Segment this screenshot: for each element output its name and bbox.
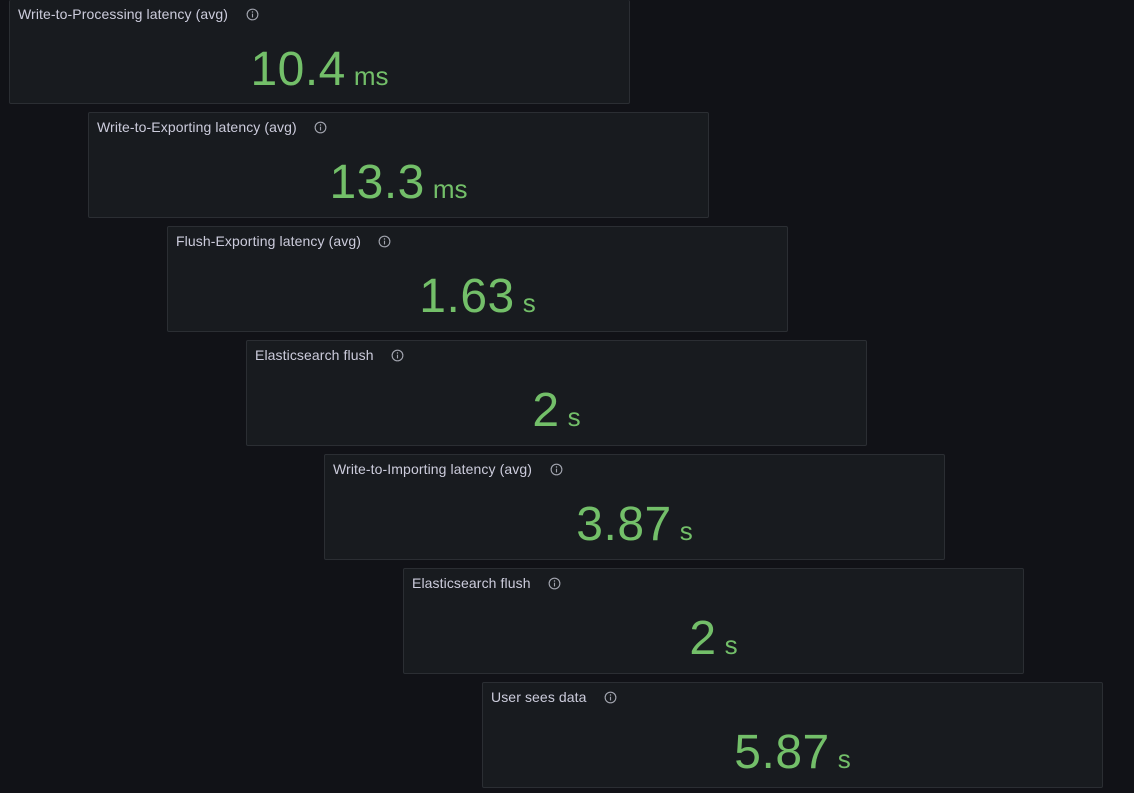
stat-value: 13.3 (329, 156, 425, 209)
stat-value: 2 (532, 384, 560, 437)
stat-value: 3.87 (576, 498, 672, 551)
info-icon[interactable] (378, 234, 392, 248)
panel-title: Elasticsearch flush (412, 575, 531, 591)
info-icon[interactable] (314, 120, 328, 134)
stat-unit: s (724, 630, 738, 660)
info-icon[interactable] (549, 462, 563, 476)
info-icon[interactable] (245, 7, 259, 21)
stat-unit: s (837, 744, 851, 774)
stat-panel-user-sees-data[interactable]: User sees data 5.87 s (482, 682, 1103, 788)
stat-value-display: 13.3 ms (89, 159, 708, 207)
stat-panel-elasticsearch-flush-1[interactable]: Elasticsearch flush 2s (246, 340, 867, 446)
stat-panel-write-to-processing[interactable]: Write-to-Processing latency (avg) 10.4 ms (9, 0, 630, 104)
stat-unit: s (679, 516, 693, 546)
info-icon[interactable] (604, 690, 618, 704)
panel-header: Write-to-Processing latency (avg) (18, 5, 259, 23)
panel-header: Flush-Exporting latency (avg) (176, 232, 392, 250)
stat-value: 5.87 (734, 726, 830, 779)
stat-value: 10.4 (250, 43, 346, 96)
panel-header: Elasticsearch flush (255, 346, 405, 364)
info-icon[interactable] (391, 348, 405, 362)
stat-value-display: 1.63 s (168, 273, 787, 321)
stat-panel-write-to-exporting[interactable]: Write-to-Exporting latency (avg) 13.3 ms (88, 112, 709, 218)
stat-unit: ms (432, 174, 468, 204)
stat-value: 1.63 (419, 270, 515, 323)
stat-value-display: 5.87 s (483, 729, 1102, 777)
stat-unit: s (522, 288, 536, 318)
stat-unit: s (567, 402, 581, 432)
panel-header: Elasticsearch flush (412, 574, 562, 592)
stat-panel-flush-exporting[interactable]: Flush-Exporting latency (avg) 1.63 s (167, 226, 788, 332)
stat-value-display: 3.87 s (325, 501, 944, 549)
panel-title: Flush-Exporting latency (avg) (176, 233, 361, 249)
stat-value-display: 10.4 ms (10, 46, 629, 94)
info-icon[interactable] (548, 576, 562, 590)
panel-title: User sees data (491, 689, 587, 705)
panel-title: Write-to-Importing latency (avg) (333, 461, 533, 477)
stat-value-display: 2s (404, 615, 1023, 663)
panel-header: Write-to-Exporting latency (avg) (97, 118, 328, 136)
panel-title: Write-to-Processing latency (avg) (18, 6, 228, 22)
panel-header: Write-to-Importing latency (avg) (333, 460, 563, 478)
stat-value: 2 (689, 612, 717, 665)
panel-title: Write-to-Exporting latency (avg) (97, 119, 297, 135)
panel-header: User sees data (491, 688, 618, 706)
panel-title: Elasticsearch flush (255, 347, 374, 363)
stat-value-display: 2s (247, 387, 866, 435)
stat-unit: ms (353, 61, 389, 91)
stat-panel-write-to-importing[interactable]: Write-to-Importing latency (avg) 3.87 s (324, 454, 945, 560)
stat-panel-elasticsearch-flush-2[interactable]: Elasticsearch flush 2s (403, 568, 1024, 674)
